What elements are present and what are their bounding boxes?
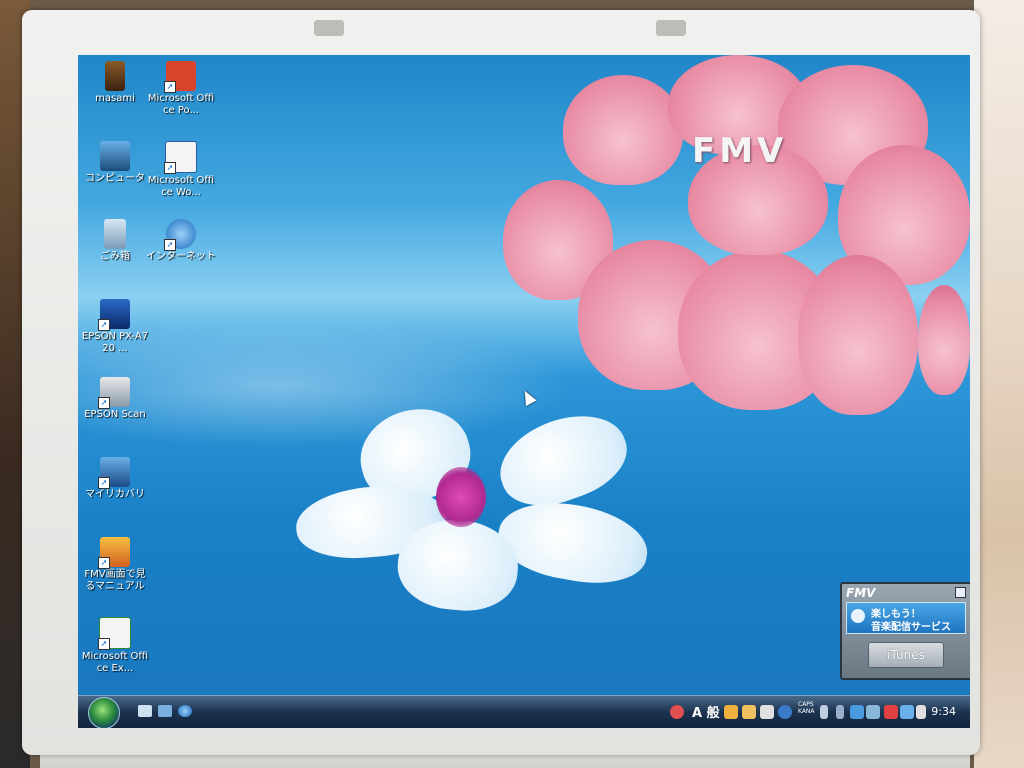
desktop-icon-label: ごみ箱 — [100, 251, 130, 262]
desktop-icon-label: インターネット — [146, 251, 216, 262]
desktop-icon-recycle-bin[interactable]: ごみ箱 — [80, 219, 150, 263]
caps-label: CAPS — [798, 701, 814, 708]
desktop-icon-label: Microsoft Office Po... — [147, 93, 215, 116]
desktop-icon-epson-printer[interactable]: ➚ EPSON PX-A720 ... — [80, 299, 150, 355]
mouse-cursor — [519, 388, 537, 406]
room-background-right — [974, 0, 1024, 768]
desktop-icon-masami[interactable]: masami — [80, 61, 150, 105]
kana-label: KANA — [798, 708, 815, 715]
desktop-icon-label: Microsoft Office Ex... — [81, 651, 149, 674]
fmv-manual-icon: ➚ — [98, 537, 130, 569]
caps-kana-indicator: CAPS KANA — [798, 701, 815, 715]
desktop-icon-internet[interactable]: ➚ インターネット — [146, 219, 216, 263]
desktop-icon-label: マイリカバリ — [85, 489, 145, 500]
excel-icon: ➚ — [98, 617, 131, 650]
desktop-icon-label: EPSON PX-A720 ... — [81, 331, 149, 354]
desktop-icon-label: EPSON Scan — [84, 409, 146, 420]
desktop-screen: FMV masami ➚ Microsoft Office Po... コンピュ… — [78, 55, 970, 728]
bezel-latch-left — [314, 20, 344, 36]
options-chevron-icon[interactable] — [820, 705, 828, 719]
desktop-icon-my-recovery[interactable]: ➚ マイリカバリ — [80, 457, 150, 501]
wallpaper-fmv-logo: FMV — [692, 131, 788, 171]
widget-fmv-logo: FMV — [846, 586, 876, 600]
switch-windows-icon[interactable] — [158, 705, 172, 717]
recycle-bin-icon — [104, 219, 126, 249]
ime-mode-indicator[interactable]: A 般 — [692, 702, 720, 721]
desktop-icon-label: FMV画面で見るマニュアル — [84, 569, 146, 592]
system-tray: A 般 CAPS KANA 9:34 — [670, 696, 970, 728]
epson-scan-icon: ➚ — [98, 377, 130, 409]
desktop-icon-epson-scan[interactable]: ➚ EPSON Scan — [80, 377, 150, 421]
widget-close-icon[interactable] — [955, 587, 966, 598]
bezel-latch-right — [656, 20, 686, 36]
itunes-button[interactable]: iTunes — [868, 642, 944, 668]
tray-app-icon[interactable] — [866, 705, 880, 719]
desktop-icon-label: コンピュータ — [85, 173, 145, 184]
laptop-bezel: FMV masami ➚ Microsoft Office Po... コンピュ… — [22, 10, 980, 755]
fmv-music-widget[interactable]: FMV 楽しもう！ 音楽配信サービス iTunes — [840, 582, 970, 680]
word-icon: ➚ — [164, 141, 197, 174]
user-folder-icon — [105, 61, 125, 91]
widget-banner-subtitle: 音楽配信サービス — [871, 622, 951, 633]
desktop-icon-word[interactable]: ➚ Microsoft Office Wo... — [146, 141, 216, 199]
my-recovery-icon: ➚ — [98, 457, 130, 489]
security-icon[interactable] — [884, 705, 898, 719]
start-button[interactable] — [88, 697, 120, 728]
ime-tool-icon[interactable] — [760, 705, 774, 719]
powerpoint-icon: ➚ — [164, 61, 196, 93]
ime-dictionary-icon[interactable] — [742, 705, 756, 719]
widget-music-banner[interactable]: 楽しもう！ 音楽配信サービス — [846, 602, 966, 634]
desktop-icon-label: Microsoft Office Wo... — [147, 175, 215, 198]
headphones-icon — [851, 609, 865, 623]
network-icon[interactable] — [850, 705, 864, 719]
desktop-icon-computer[interactable]: コンピュータ — [80, 141, 150, 185]
internet-explorer-quicklaunch-icon[interactable] — [178, 705, 192, 717]
connection-icon[interactable] — [900, 705, 914, 719]
taskbar: A 般 CAPS KANA 9:34 — [78, 695, 970, 728]
computer-icon — [100, 141, 130, 171]
internet-explorer-icon: ➚ — [164, 219, 196, 251]
desktop-icon-label: masami — [95, 93, 135, 104]
desktop-icon-excel[interactable]: ➚ Microsoft Office Ex... — [80, 617, 150, 675]
ime-toolbar-icon[interactable] — [724, 705, 738, 719]
show-desktop-icon[interactable] — [138, 705, 152, 717]
tray-expand-icon[interactable] — [836, 705, 844, 719]
taskbar-clock[interactable]: 9:34 — [931, 705, 956, 718]
ime-pad-icon[interactable] — [670, 705, 684, 719]
volume-icon[interactable] — [916, 705, 926, 719]
desktop-icon-fmv-manual[interactable]: ➚ FMV画面で見るマニュアル — [80, 537, 150, 593]
help-icon[interactable] — [778, 705, 792, 719]
epson-printer-icon: ➚ — [98, 299, 130, 331]
desktop-icon-powerpoint[interactable]: ➚ Microsoft Office Po... — [146, 61, 216, 117]
